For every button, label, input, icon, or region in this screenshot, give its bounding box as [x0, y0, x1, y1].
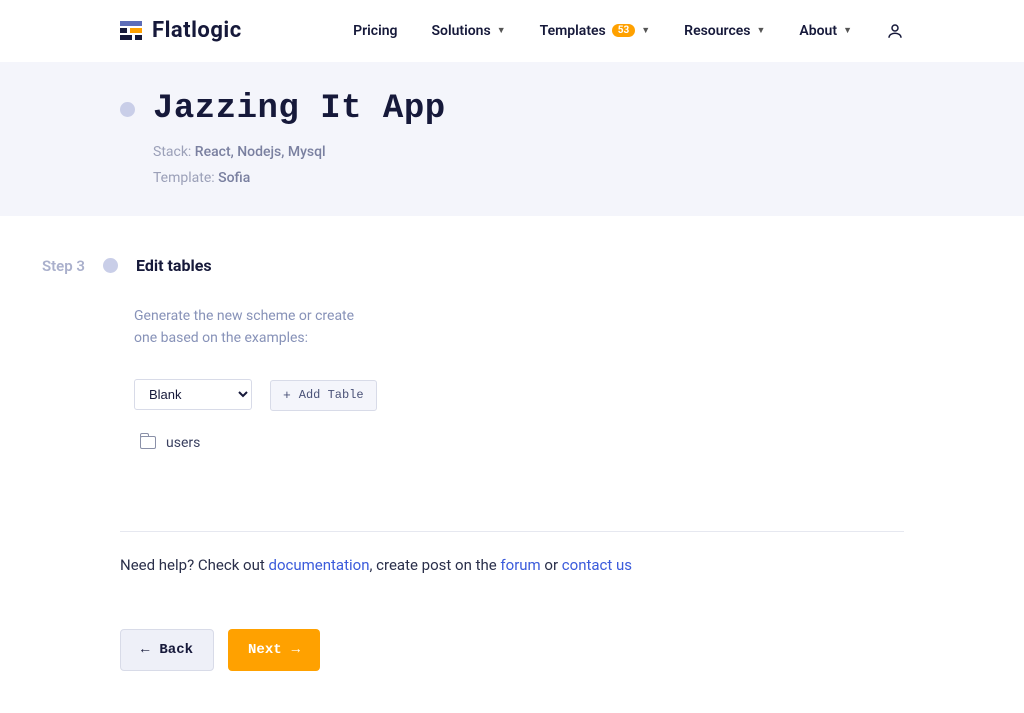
caret-down-icon: ▼: [756, 25, 765, 36]
nav-solutions[interactable]: Solutions▼: [432, 23, 506, 39]
arrow-right-icon: →: [292, 642, 300, 658]
main-nav: Pricing Solutions▼ Templates53▼ Resource…: [353, 22, 904, 40]
templates-badge: 53: [612, 24, 635, 37]
app-title: Jazzing It App: [153, 90, 446, 128]
plus-icon: +: [283, 388, 291, 403]
table-name: users: [166, 435, 200, 451]
folder-icon: [140, 436, 156, 449]
nav-templates[interactable]: Templates53▼: [540, 23, 651, 39]
logo-icon: [120, 21, 142, 40]
brand-logo[interactable]: Flatlogic: [120, 18, 242, 43]
caret-down-icon: ▼: [641, 25, 650, 36]
next-button[interactable]: Next →: [228, 629, 320, 671]
brand-name: Flatlogic: [152, 18, 242, 43]
documentation-link[interactable]: documentation: [269, 556, 370, 574]
user-menu[interactable]: [886, 22, 904, 40]
template-meta: Template: Sofia: [153, 170, 446, 186]
back-button[interactable]: ← Back: [120, 629, 214, 671]
back-label: Back: [159, 642, 193, 658]
banner-dot-icon: [120, 102, 135, 117]
step-dot-icon: [103, 258, 118, 273]
nav-about[interactable]: About▼: [799, 23, 852, 39]
scheme-description: Generate the new scheme or create one ba…: [134, 305, 364, 350]
table-row[interactable]: users: [140, 435, 904, 451]
nav-resources[interactable]: Resources▼: [684, 23, 765, 39]
step-label: Step 3: [25, 257, 85, 275]
project-banner: Jazzing It App Stack: React, Nodejs, Mys…: [0, 62, 1024, 216]
step-title: Edit tables: [136, 256, 212, 275]
arrow-left-icon: ←: [141, 642, 149, 658]
stack-meta: Stack: React, Nodejs, Mysql: [153, 144, 446, 160]
forum-link[interactable]: forum: [500, 556, 540, 574]
caret-down-icon: ▼: [843, 25, 852, 36]
add-table-button[interactable]: + Add Table: [270, 380, 377, 411]
top-header: Flatlogic Pricing Solutions▼ Templates53…: [0, 0, 1024, 62]
caret-down-icon: ▼: [497, 25, 506, 36]
help-text: Need help? Check out documentation, crea…: [120, 556, 904, 574]
main-content: Step 3 Edit tables Generate the new sche…: [0, 216, 1024, 711]
next-label: Next: [248, 642, 282, 658]
step-header: Step 3 Edit tables: [25, 256, 904, 275]
divider: [120, 531, 904, 532]
user-icon: [886, 22, 904, 40]
scheme-select[interactable]: Blank: [134, 379, 252, 410]
add-table-label: Add Table: [299, 388, 364, 402]
action-buttons: ← Back Next →: [120, 629, 904, 671]
contact-link[interactable]: contact us: [562, 556, 632, 574]
nav-pricing[interactable]: Pricing: [353, 23, 397, 39]
